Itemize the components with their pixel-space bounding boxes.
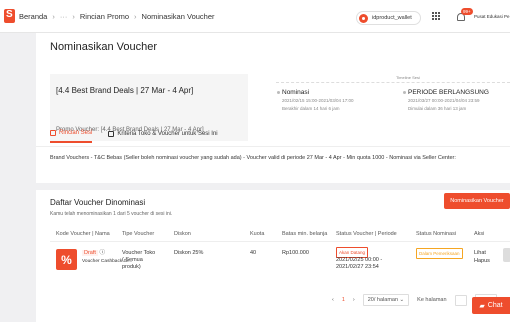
chevron-right-icon: ›	[134, 11, 137, 21]
table-scroll-handle[interactable]	[503, 248, 510, 262]
wallet-label: idproduct_wallet	[372, 15, 412, 21]
timeline-dot	[277, 91, 280, 94]
nominated-voucher-list: Daftar Voucher Dinominasi Kamu telah men…	[36, 190, 510, 322]
column-header: Kode Voucher | Nama	[56, 231, 110, 237]
notification-bell-icon[interactable]: 99+	[456, 8, 473, 22]
tab-divider	[36, 146, 510, 147]
goto-page-label: Ke halaman	[417, 297, 447, 303]
timeline-periode: PERIODE BERLANGSUNG 2021/03/27 00:00-202…	[403, 89, 489, 112]
chevron-right-icon: ›	[72, 11, 75, 21]
timeline-periode-dates: 2021/03/27 00:00-2021/04/04 23:59	[408, 98, 480, 103]
column-header: Kuota	[250, 231, 265, 237]
prev-page-icon[interactable]: ‹	[332, 297, 334, 303]
list-title: Daftar Voucher Dinominasi	[50, 198, 146, 207]
tab-kriteria[interactable]: Kriteria Toko & Voucher untuk Sesi Ini	[108, 130, 218, 143]
breadcrumb-parent[interactable]: Rincian Promo	[80, 12, 129, 21]
breadcrumb-ellipsis[interactable]: ···	[60, 12, 68, 21]
store-icon	[108, 131, 115, 137]
timeline-divider	[276, 82, 510, 83]
timeline-label: Timeline Sesi	[396, 75, 420, 80]
timeline-nominasi: Nominasi 2021/02/15 15:00-2021/03/04 17:…	[277, 89, 354, 112]
apps-grid-icon[interactable]	[432, 12, 441, 21]
tab-rincian-sesi[interactable]: Rincian Sesi	[50, 130, 93, 143]
chevron-right-icon: ›	[52, 11, 55, 21]
page-number-current[interactable]: 1	[342, 297, 345, 303]
voucher-discount: Diskon 25%	[174, 250, 204, 256]
column-header: Aksi	[474, 231, 485, 237]
table-row: % Draft ⓘ Voucher Cashback Gi... Voucher…	[50, 244, 510, 286]
session-timeline: Timeline Sesi Nominasi 2021/02/15 15:00-…	[276, 75, 510, 135]
timeline-dot	[403, 91, 406, 94]
delete-voucher-link[interactable]: Hapus	[474, 258, 490, 265]
breadcrumb-home[interactable]: Beranda	[19, 12, 47, 21]
page-title: Nominasikan Voucher	[50, 41, 158, 53]
voucher-type-scope-2: produk)	[122, 264, 141, 270]
promo-title: [4.4 Best Brand Deals | 27 Mar - 4 Apr]	[56, 86, 194, 95]
voucher-type: Voucher Toko	[122, 250, 156, 256]
voucher-percent-icon: %	[56, 249, 77, 270]
column-header: Status Voucher | Periode	[336, 231, 397, 237]
seller-center-logo[interactable]	[4, 9, 15, 23]
wallet-icon	[359, 13, 368, 23]
timeline-nominasi-title: Nominasi	[282, 89, 310, 96]
top-bar: Beranda › ··· › Rincian Promo › Nominasi…	[0, 0, 510, 33]
column-header: Batas min. belanja	[282, 231, 328, 237]
user-name[interactable]: Pusat Edukasi Pe	[474, 14, 510, 19]
voucher-quota: 40	[250, 250, 257, 256]
info-icon: ⓘ	[99, 250, 105, 256]
nominate-voucher-button[interactable]: Nominasikan Voucher	[444, 193, 510, 209]
min-spend: Rp100.000	[282, 250, 309, 256]
voucher-period-start: 2021/02/25 00:00 -	[336, 257, 383, 263]
table-header: Kode Voucher | Nama Tipe Voucher Diskon …	[50, 224, 510, 242]
view-voucher-link[interactable]: Lihat	[474, 250, 486, 257]
per-page-select[interactable]: 20/ halaman ⌄	[362, 294, 410, 306]
breadcrumb-current: Nominasikan Voucher	[141, 11, 215, 21]
chat-label: Chat	[487, 302, 503, 309]
timeline-nominasi-note: Berakhir dalam 14 hari 6 jam	[282, 106, 340, 111]
voucher-period-end: 2021/02/27 23:54	[336, 264, 379, 270]
notification-badge: 99+	[461, 8, 473, 15]
session-tabs: Rincian Sesi Kriteria Toko & Voucher unt…	[50, 130, 218, 143]
timeline-periode-title: PERIODE BERLANGSUNG	[408, 89, 489, 96]
next-page-icon[interactable]: ›	[353, 297, 355, 303]
timeline-periode-note: Dimulai dalam 36 hari 13 jam	[408, 106, 467, 111]
chat-button[interactable]: ▰ Chat	[472, 297, 510, 314]
session-description: Brand Vouchers - T&C Bebas (Seller boleh…	[50, 155, 456, 161]
timeline-nominasi-dates: 2021/02/15 15:00-2021/03/04 17:00	[282, 98, 354, 103]
nomination-status-badge: Dalam Pemeriksaan	[416, 248, 463, 259]
voucher-code: Draft	[82, 250, 98, 256]
tab-label: Rincian Sesi	[59, 130, 93, 136]
promo-title-box: [4.4 Best Brand Deals | 27 Mar - 4 Apr]	[50, 74, 248, 121]
goto-page-input[interactable]	[454, 294, 467, 306]
column-header: Status Nominasi	[416, 231, 457, 237]
wallet-button[interactable]: idproduct_wallet	[356, 11, 421, 25]
breadcrumb: Beranda › ··· › Rincian Promo › Nominasi…	[19, 12, 215, 21]
voucher-type-scope: ( Semua	[122, 257, 143, 263]
column-header: Tipe Voucher	[122, 231, 155, 237]
document-icon	[50, 130, 56, 136]
column-header: Diskon	[174, 231, 191, 237]
voucher-nomination-card: Nominasikan Voucher [4.4 Best Brand Deal…	[36, 33, 510, 183]
list-subtitle: Kamu telah menominasikan 1 dari 5 vouche…	[50, 211, 173, 217]
tab-label: Kriteria Toko & Voucher untuk Sesi Ini	[117, 131, 218, 137]
chat-bubble-icon: ▰	[479, 302, 485, 310]
per-page-value: 20/ halaman	[367, 297, 399, 303]
